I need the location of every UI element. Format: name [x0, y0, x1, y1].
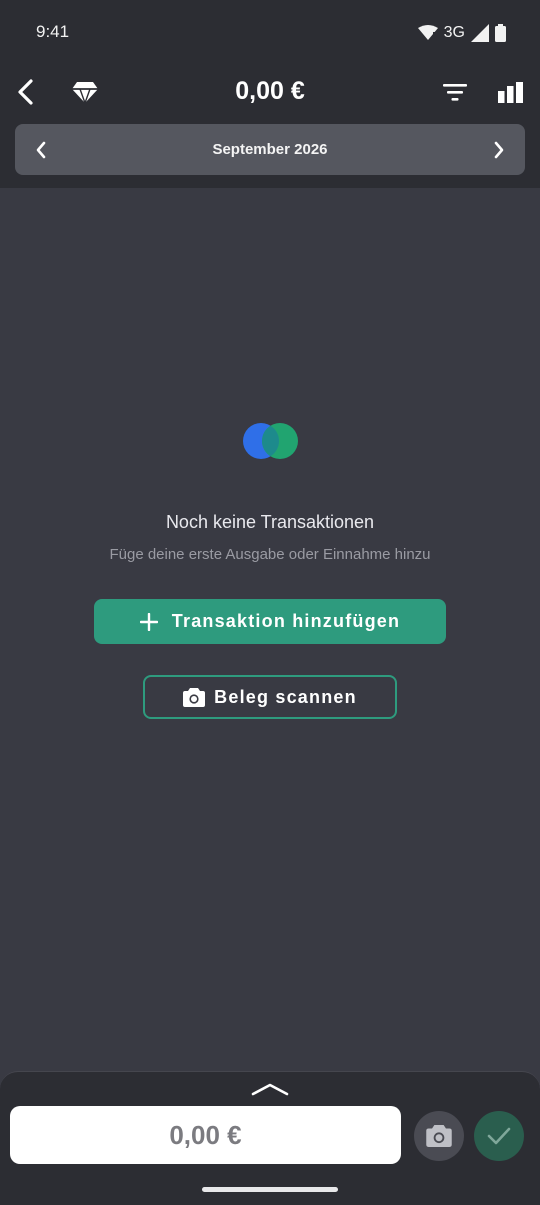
status-time: 9:41 [36, 22, 70, 41]
wifi-icon [417, 25, 438, 40]
app-logo-icon [243, 423, 298, 459]
status-bar: 9:41 3G [0, 0, 540, 64]
filter-icon [443, 84, 467, 101]
top-bar: 9:41 3G 0,00 € September 2026 [0, 0, 540, 188]
empty-state-subtitle: Füge deine erste Ausgabe oder Einnahme h… [109, 546, 431, 563]
camera-icon [183, 687, 206, 707]
chevron-right-icon [494, 141, 504, 159]
statistics-button[interactable] [488, 70, 532, 114]
network-type: 3G [443, 24, 465, 41]
bar-chart-icon [497, 81, 523, 103]
previous-month-button[interactable] [19, 128, 63, 172]
status-icons: 3G [417, 22, 506, 44]
battery-icon [495, 24, 506, 42]
filter-button[interactable] [433, 70, 477, 114]
app-bar: 0,00 € [0, 64, 540, 122]
signal-icon [471, 24, 489, 42]
empty-state-title: Noch keine Transaktionen [165, 512, 375, 532]
chevron-up-icon[interactable] [250, 1080, 290, 1100]
current-month[interactable]: September 2026 [115, 141, 425, 158]
plus-icon [139, 612, 158, 631]
quick-add-sheet: 0,00 € [0, 1071, 540, 1205]
home-indicator[interactable] [202, 1187, 338, 1192]
diamond-icon [72, 82, 98, 103]
camera-button[interactable] [414, 1111, 464, 1161]
amount-input[interactable]: 0,00 € [10, 1106, 401, 1164]
premium-button[interactable] [63, 70, 107, 114]
next-month-button[interactable] [477, 128, 521, 172]
month-selector: September 2026 [15, 124, 525, 175]
add-transaction-label: Transaktion hinzufügen [171, 611, 401, 631]
scan-receipt-button[interactable]: Beleg scannen [143, 675, 397, 719]
total-balance: 0,00 € [235, 77, 305, 105]
add-transaction-button[interactable]: Transaktion hinzufügen [94, 599, 446, 644]
camera-icon [426, 1125, 452, 1147]
chevron-left-icon [36, 141, 46, 159]
back-arrow-icon [18, 79, 33, 105]
check-icon [487, 1127, 511, 1145]
back-button[interactable] [3, 70, 47, 114]
scan-receipt-label: Beleg scannen [214, 686, 357, 707]
confirm-button[interactable] [474, 1111, 524, 1161]
